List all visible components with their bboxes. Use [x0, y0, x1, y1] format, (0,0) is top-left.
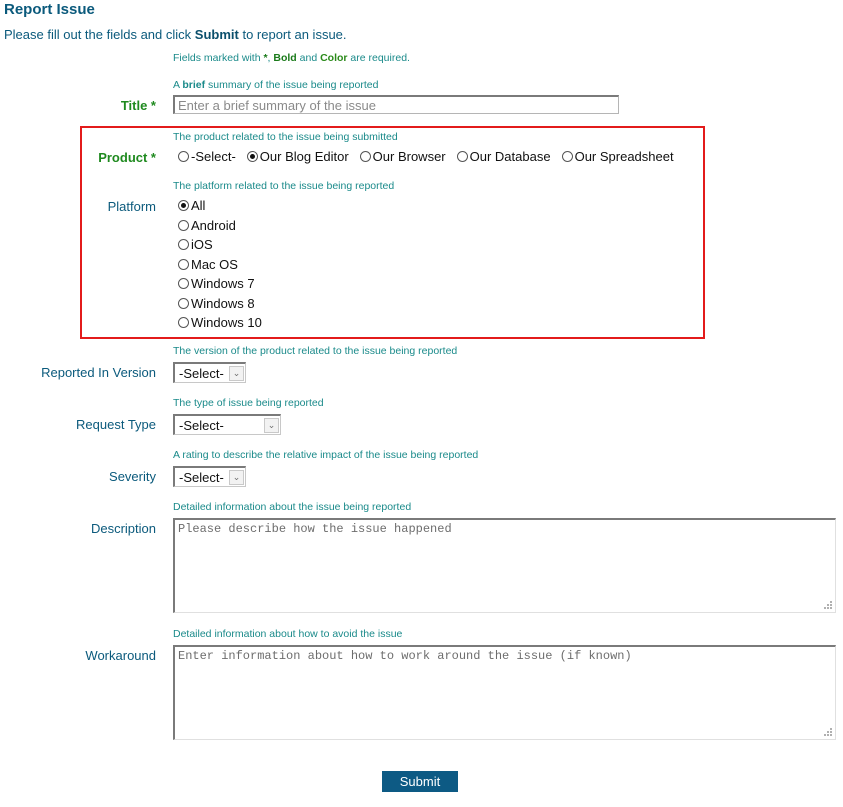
- description-textarea[interactable]: Please describe how the issue happened: [173, 518, 836, 613]
- radio-icon[interactable]: [178, 258, 189, 270]
- product-radio-group: -Select- Our Blog Editor Our Browser Our…: [178, 149, 685, 164]
- resize-grip-icon[interactable]: [824, 601, 832, 609]
- severity-hint: A rating to describe the relative impact…: [173, 449, 479, 461]
- title-hint-suffix: summary of the issue being reported: [205, 79, 379, 91]
- page-title: Report Issue: [4, 1, 95, 18]
- intro-prefix: Please fill out the fields and click: [4, 27, 195, 42]
- platform-option-label: Mac OS: [191, 256, 238, 272]
- title-hint-bold: brief: [182, 79, 206, 91]
- title-input[interactable]: Enter a brief summary of the issue: [173, 95, 619, 114]
- intro-bold: Submit: [194, 27, 239, 42]
- version-label: Reported In Version: [41, 365, 156, 380]
- platform-option-label: Windows 10: [191, 315, 262, 331]
- version-select-value: -Select-: [179, 365, 224, 381]
- description-placeholder: Please describe how the issue happened: [178, 522, 452, 536]
- legend-suffix: are required.: [347, 52, 410, 64]
- product-option-browser[interactable]: Our Browser: [359, 149, 446, 164]
- platform-option-ios[interactable]: iOS: [178, 235, 262, 255]
- platform-option-label: Windows 8: [191, 295, 255, 311]
- product-option-label: Our Spreadsheet: [574, 149, 674, 164]
- product-option-label: Our Browser: [372, 149, 446, 164]
- chevron-down-icon[interactable]: ⌄: [229, 365, 244, 381]
- resize-grip-icon[interactable]: [824, 728, 832, 736]
- radio-checked-icon[interactable]: [178, 200, 189, 212]
- product-option-label: Our Blog Editor: [259, 149, 349, 164]
- workaround-placeholder: Enter information about how to work arou…: [178, 649, 632, 663]
- platform-option-label: Windows 7: [191, 276, 255, 292]
- workaround-label: Workaround: [85, 648, 156, 663]
- platform-radio-group: All Android iOS Mac OS Windows 7 Windows…: [178, 196, 262, 333]
- product-option-blog-editor[interactable]: Our Blog Editor: [246, 149, 349, 164]
- platform-option-windows-8[interactable]: Windows 8: [178, 294, 262, 314]
- title-label: Title *: [120, 98, 156, 113]
- platform-label: Platform: [107, 199, 156, 214]
- platform-option-label: iOS: [191, 237, 213, 253]
- radio-icon[interactable]: [178, 297, 189, 309]
- submit-button[interactable]: Submit: [382, 771, 458, 792]
- radio-icon[interactable]: [456, 151, 468, 162]
- legend-and: and: [296, 52, 321, 64]
- request-type-select-value: -Select-: [179, 417, 224, 433]
- title-hint: A brief summary of the issue being repor…: [173, 79, 378, 91]
- product-label: Product *: [98, 150, 156, 165]
- radio-icon[interactable]: [178, 317, 189, 329]
- radio-checked-icon[interactable]: [246, 151, 258, 162]
- product-option-label: Our Database: [469, 149, 551, 164]
- product-hint: The product related to the issue being s…: [173, 131, 398, 143]
- title-hint-prefix: A: [173, 79, 183, 91]
- request-type-hint: The type of issue being reported: [173, 397, 324, 409]
- product-option-select[interactable]: -Select-: [178, 149, 236, 164]
- radio-icon[interactable]: [178, 219, 189, 231]
- radio-icon[interactable]: [561, 151, 573, 162]
- severity-label: Severity: [109, 469, 156, 484]
- platform-option-android[interactable]: Android: [178, 216, 262, 236]
- product-option-spreadsheet[interactable]: Our Spreadsheet: [561, 149, 674, 164]
- platform-option-windows-7[interactable]: Windows 7: [178, 274, 262, 294]
- legend-bold: Bold: [273, 52, 297, 64]
- workaround-hint: Detailed information about how to avoid …: [173, 628, 403, 640]
- radio-icon[interactable]: [178, 278, 189, 290]
- request-type-select[interactable]: -Select- ⌄: [173, 414, 281, 435]
- legend-color: Color: [320, 52, 348, 64]
- description-hint: Detailed information about the issue bei…: [173, 501, 412, 513]
- intro-suffix: to report an issue.: [238, 27, 347, 42]
- workaround-textarea[interactable]: Enter information about how to work arou…: [173, 645, 836, 740]
- version-hint: The version of the product related to th…: [173, 345, 458, 357]
- chevron-down-icon[interactable]: ⌄: [264, 417, 279, 433]
- intro-text: Please fill out the fields and click Sub…: [4, 27, 347, 42]
- platform-hint: The platform related to the issue being …: [173, 180, 395, 192]
- required-legend: Fields marked with *, Bold and Color are…: [173, 52, 410, 64]
- severity-select[interactable]: -Select- ⌄: [173, 466, 246, 487]
- product-option-label: -Select-: [191, 149, 236, 164]
- platform-option-windows-10[interactable]: Windows 10: [178, 313, 262, 333]
- product-option-database[interactable]: Our Database: [456, 149, 551, 164]
- platform-option-label: Android: [191, 217, 236, 233]
- radio-icon[interactable]: [178, 239, 189, 251]
- version-select[interactable]: -Select- ⌄: [173, 362, 246, 383]
- radio-icon[interactable]: [359, 151, 371, 162]
- radio-icon[interactable]: [178, 151, 189, 162]
- legend-prefix: Fields marked with: [173, 52, 264, 64]
- platform-option-all[interactable]: All: [178, 196, 262, 216]
- platform-option-label: All: [191, 198, 206, 214]
- platform-option-mac-os[interactable]: Mac OS: [178, 255, 262, 275]
- description-label: Description: [90, 521, 156, 536]
- chevron-down-icon[interactable]: ⌄: [229, 469, 244, 485]
- severity-select-value: -Select-: [179, 469, 224, 485]
- request-type-label: Request Type: [76, 417, 156, 432]
